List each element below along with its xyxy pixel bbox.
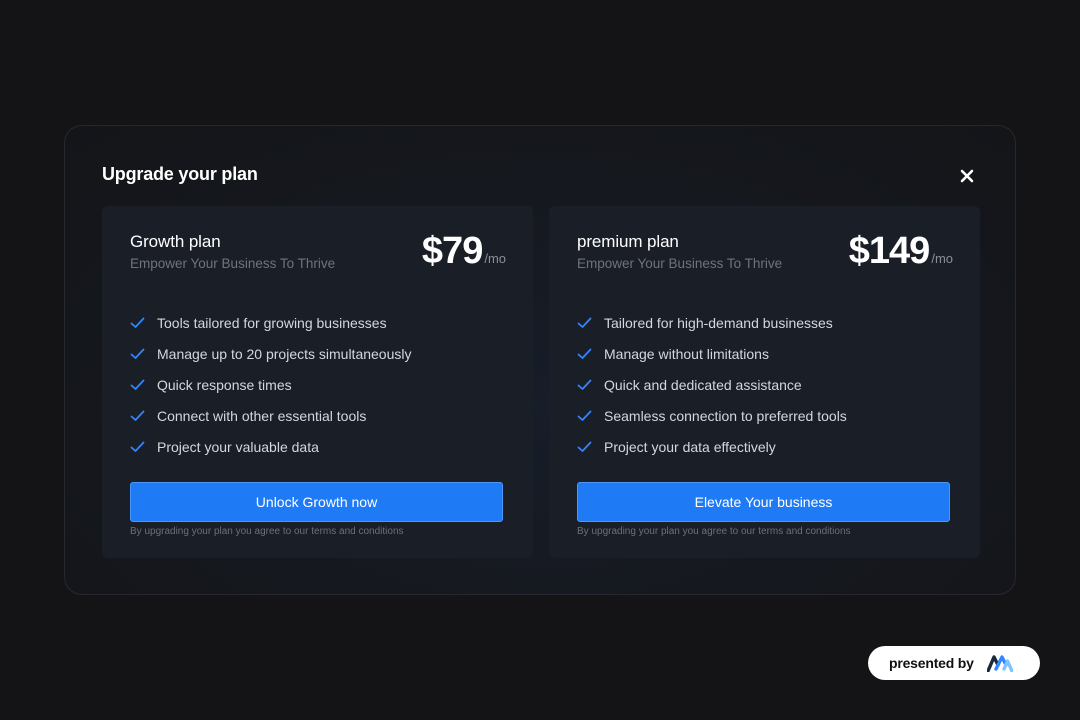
plan-name: Growth plan [130,232,221,251]
feature-item: Seamless connection to preferred tools [577,400,847,431]
feature-item: Tools tailored for growing businesses [130,307,411,338]
check-icon [577,441,592,452]
plan-card-growth: Growth plan Empower Your Business To Thr… [102,206,533,558]
unlock-growth-button[interactable]: Unlock Growth now [130,482,503,522]
feature-item: Connect with other essential tools [130,400,411,431]
check-icon [130,379,145,390]
check-icon [577,317,592,328]
feature-list: Tailored for high-demand businesses Mana… [577,307,847,462]
price-period: /mo [931,251,953,266]
feature-text: Connect with other essential tools [157,407,367,424]
feature-item: Project your valuable data [130,431,411,462]
feature-text: Project your valuable data [157,438,319,455]
feature-text: Quick and dedicated assistance [604,376,802,393]
modal-title: Upgrade your plan [102,164,258,184]
feature-item: Quick response times [130,369,411,400]
check-icon [130,410,145,421]
close-icon [960,169,974,183]
check-icon [577,379,592,390]
check-icon [130,317,145,328]
feature-text: Manage up to 20 projects simultaneously [157,345,412,362]
feature-item: Quick and dedicated assistance [577,369,847,400]
terms-note: By upgrading your plan you agree to our … [130,526,404,537]
plan-price: $149 /mo [849,230,953,273]
page: Upgrade your plan Growth plan Empower Yo… [0,0,1080,720]
plan-card-premium: premium plan Empower Your Business To Th… [549,206,980,558]
price-period: /mo [484,251,506,266]
feature-item: Manage without limitations [577,338,847,369]
plan-tagline: Empower Your Business To Thrive [130,256,336,271]
feature-item: Manage up to 20 projects simultaneously [130,338,411,369]
presented-by-badge[interactable]: presented by [868,646,1040,680]
feature-list: Tools tailored for growing businesses Ma… [130,307,411,462]
check-icon [577,410,592,421]
feature-text: Tailored for high-demand businesses [604,314,833,331]
brand-logo-icon [986,655,1013,672]
terms-note: By upgrading your plan you agree to our … [577,526,851,537]
check-icon [577,348,592,359]
presented-by-label: presented by [889,655,974,671]
price-amount: $79 [421,230,483,272]
feature-text: Manage without limitations [604,345,769,362]
close-button[interactable] [955,164,979,188]
plan-price: $79 /mo [422,230,506,273]
check-icon [130,441,145,452]
plan-tagline: Empower Your Business To Thrive [577,256,783,271]
feature-item: Tailored for high-demand businesses [577,307,847,338]
feature-text: Project your data effectively [604,438,776,455]
price-amount: $149 [848,230,931,272]
check-icon [130,348,145,359]
elevate-business-button[interactable]: Elevate Your business [577,482,950,522]
feature-text: Tools tailored for growing businesses [157,314,387,331]
upgrade-modal: Upgrade your plan Growth plan Empower Yo… [64,125,1016,595]
plan-name: premium plan [577,232,679,251]
feature-item: Project your data effectively [577,431,847,462]
feature-text: Seamless connection to preferred tools [604,407,847,424]
feature-text: Quick response times [157,376,292,393]
